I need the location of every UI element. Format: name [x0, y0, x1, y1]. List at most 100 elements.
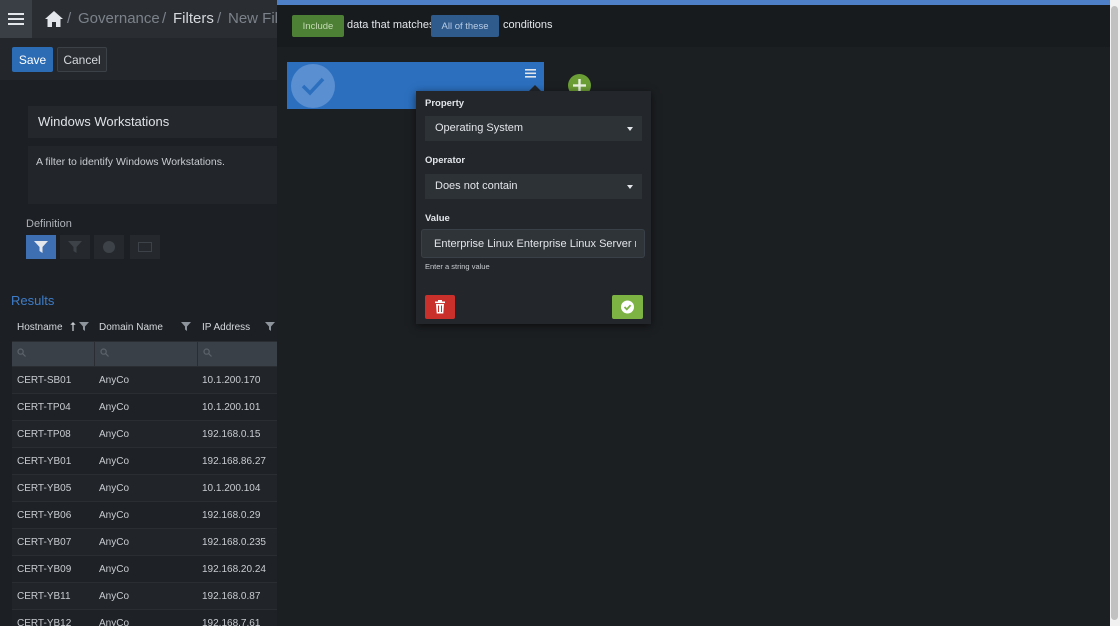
cancel-button[interactable]: Cancel	[57, 47, 107, 72]
hostname-cell: CERT-YB09	[12, 555, 94, 583]
domain-cell: AnyCo	[94, 366, 197, 394]
search-icon	[202, 348, 212, 357]
filter-icon[interactable]	[79, 322, 89, 331]
ip-cell: 192.168.0.87	[197, 582, 277, 610]
table-row[interactable]: CERT-YB01 AnyCo 192.168.86.27	[12, 447, 277, 475]
filter-name-field[interactable]: Windows Workstations	[28, 106, 277, 138]
table-row[interactable]: CERT-SB01 AnyCo 10.1.200.170	[12, 366, 277, 394]
value-hint: Enter a string value	[425, 262, 490, 271]
domain-cell: AnyCo	[94, 447, 197, 475]
table-row[interactable]: CERT-YB11 AnyCo 192.168.0.87	[12, 582, 277, 610]
results-table: Hostname Domain Name IP Address CERT-SB0…	[12, 313, 277, 626]
table-row[interactable]: CERT-TP08 AnyCo 192.168.0.15	[12, 420, 277, 448]
ip-cell: 192.168.0.235	[197, 528, 277, 556]
rule-editor-popover: Property Operating System Operator Does …	[416, 91, 651, 324]
condition-text-1: data that matches	[347, 19, 435, 31]
filter-icon	[68, 241, 82, 253]
hostname-cell: CERT-YB01	[12, 447, 94, 475]
column-header-ip-address[interactable]: IP Address	[197, 313, 277, 342]
hostname-cell: CERT-TP08	[12, 420, 94, 448]
filter-icon[interactable]	[265, 322, 275, 331]
domain-cell: AnyCo	[94, 609, 197, 626]
list-icon[interactable]	[524, 66, 537, 80]
domain-cell: AnyCo	[94, 420, 197, 448]
operator-select[interactable]: Does not contain	[425, 174, 642, 199]
breadcrumb-separator: /	[67, 10, 72, 27]
search-icon	[99, 348, 109, 357]
trash-icon	[435, 300, 445, 314]
save-button[interactable]: Save	[12, 47, 53, 72]
domain-cell: AnyCo	[94, 474, 197, 502]
table-row[interactable]: CERT-YB12 AnyCo 192.168.7.61	[12, 609, 277, 626]
menu-icon-bar	[8, 13, 24, 15]
sort-up-icon[interactable]	[70, 322, 76, 331]
value-input[interactable]	[421, 229, 645, 258]
domain-cell: AnyCo	[94, 393, 197, 421]
domain-search-input[interactable]	[94, 341, 198, 367]
include-toggle[interactable]: Include	[292, 15, 344, 37]
ip-cell: 192.168.0.29	[197, 501, 277, 529]
chevron-down-icon	[627, 185, 633, 189]
ip-search-input[interactable]	[197, 341, 277, 367]
scrollbar-thumb[interactable]	[1111, 6, 1118, 620]
ip-cell: 192.168.86.27	[197, 447, 277, 475]
hostname-cell: CERT-YB11	[12, 582, 94, 610]
layout-button[interactable]	[130, 235, 160, 259]
operator-label: Operator	[425, 155, 466, 166]
breadcrumb-new-filter: New Fil	[228, 10, 277, 27]
condition-text-2: conditions	[503, 19, 553, 31]
ip-cell: 192.168.20.24	[197, 555, 277, 583]
check-icon	[301, 77, 325, 96]
domain-cell: AnyCo	[94, 501, 197, 529]
delete-condition-button[interactable]	[425, 295, 455, 319]
filter-clear-button[interactable]	[60, 235, 90, 259]
hostname-search-input[interactable]	[12, 341, 95, 367]
ip-cell: 10.1.200.101	[197, 393, 277, 421]
node-status	[291, 64, 335, 108]
filter-view-button[interactable]	[26, 235, 56, 259]
validate-button[interactable]	[94, 235, 124, 259]
column-header-domain-name[interactable]: Domain Name	[94, 313, 197, 342]
filter-editor-page: / Governance / Filters / New Fil Save Ca…	[0, 0, 277, 626]
table-header-row: Hostname Domain Name IP Address	[12, 313, 277, 342]
condition-bar: Include data that matches All of these c…	[277, 5, 1110, 47]
ip-cell: 192.168.7.61	[197, 609, 277, 626]
filter-icon[interactable]	[181, 322, 191, 331]
menu-icon-bar	[8, 23, 24, 25]
property-select[interactable]: Operating System	[425, 116, 642, 141]
table-row[interactable]: CERT-TP04 AnyCo 10.1.200.101	[12, 393, 277, 421]
definition-label: Definition	[26, 218, 72, 230]
value-label: Value	[425, 213, 450, 224]
filter-icon	[34, 241, 48, 253]
domain-cell: AnyCo	[94, 555, 197, 583]
column-header-hostname[interactable]: Hostname	[12, 313, 94, 342]
results-heading: Results	[11, 293, 55, 308]
table-row[interactable]: CERT-YB09 AnyCo 192.168.20.24	[12, 555, 277, 583]
property-value: Operating System	[435, 122, 524, 134]
table-row[interactable]: CERT-YB07 AnyCo 192.168.0.235	[12, 528, 277, 556]
breadcrumb-separator: /	[217, 10, 222, 27]
ip-cell: 192.168.0.15	[197, 420, 277, 448]
hostname-cell: CERT-YB12	[12, 609, 94, 626]
window-icon	[138, 242, 152, 252]
filter-description-field[interactable]: A filter to identify Windows Workstation…	[28, 146, 277, 204]
breadcrumb-separator: /	[162, 10, 167, 27]
home-icon[interactable]	[44, 10, 64, 28]
column-label: Hostname	[17, 321, 63, 333]
apply-condition-button[interactable]	[612, 295, 643, 319]
menu-icon-bar	[8, 18, 24, 20]
table-row[interactable]: CERT-YB06 AnyCo 192.168.0.29	[12, 501, 277, 529]
hostname-cell: CERT-SB01	[12, 366, 94, 394]
hostname-cell: CERT-YB07	[12, 528, 94, 556]
hostname-cell: CERT-YB06	[12, 501, 94, 529]
match-mode-toggle[interactable]: All of these	[431, 15, 499, 37]
check-circle-icon	[103, 241, 115, 253]
menu-button[interactable]	[0, 0, 32, 38]
breadcrumb-filters[interactable]: Filters	[173, 10, 214, 27]
column-label: Domain Name	[99, 321, 163, 333]
hostname-cell: CERT-YB05	[12, 474, 94, 502]
table-row[interactable]: CERT-YB05 AnyCo 10.1.200.104	[12, 474, 277, 502]
domain-cell: AnyCo	[94, 582, 197, 610]
breadcrumb-governance[interactable]: Governance	[78, 10, 160, 27]
chevron-down-icon	[627, 127, 633, 131]
